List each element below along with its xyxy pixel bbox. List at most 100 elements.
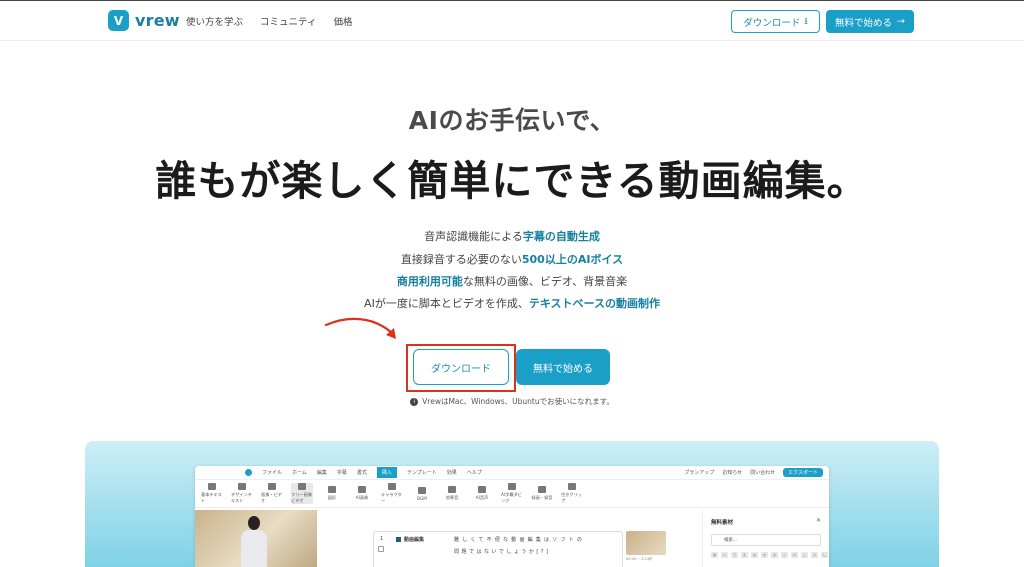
speaker-label[interactable]: 動画編集: [396, 536, 424, 543]
kana-tag[interactable]: き: [771, 552, 778, 558]
feature-3-highlight: 商用利用可能: [396, 275, 463, 288]
subtitle-line-2[interactable]: 問題ではないでしょうか[?]: [454, 548, 550, 555]
main-nav: 使い方を学ぶ コミュニティ 価格: [186, 14, 352, 28]
hero-start-free-button[interactable]: 無料で始める: [516, 349, 610, 385]
kana-tag[interactable]: あ: [711, 552, 718, 558]
kana-tag[interactable]: い: [721, 552, 728, 558]
music-icon: [418, 486, 426, 494]
tool-design-text[interactable]: デザインテキスト: [231, 483, 253, 504]
character-icon: [388, 483, 396, 490]
feature-line-1: 音声認識機能による字幕の自動生成: [0, 228, 1024, 244]
tool-ai-image[interactable]: AI画像: [351, 486, 373, 501]
app-notifications[interactable]: お知らせ: [722, 469, 742, 476]
subtitle-line-1[interactable]: 難しくて不便な動画編集はソフトの: [454, 536, 585, 543]
presenter-image: [239, 516, 269, 567]
red-arrow-annotation-icon: [324, 317, 396, 339]
free-assets-panel: 無料素材 ✕ 検索... あ い う え お か き く け こ さ し す: [702, 510, 829, 567]
tool-empty-clip[interactable]: 空きクリップ: [561, 483, 583, 504]
app-toolbar: 基本テキスト デザインテキスト 画像・ビデオ フリー画像ビデオ 図形 AI画像 …: [195, 480, 829, 508]
record-icon: [538, 486, 546, 493]
tool-shapes[interactable]: 図形: [321, 486, 343, 501]
feature-line-3: 商用利用可能な無料の画像、ビデオ、背景音楽: [0, 273, 1024, 289]
app-preview-section: ファイル ホーム 編集 字幕 書式 挿入 テンプレート 効果 ヘルプ プランアッ…: [85, 441, 939, 567]
arrow-right-icon: →: [897, 16, 905, 27]
kana-tag[interactable]: さ: [811, 552, 818, 558]
kana-tag[interactable]: う: [731, 552, 738, 558]
nav-pricing[interactable]: 価格: [333, 14, 352, 28]
feature-line-4: AIが一度に脚本とビデオを作成、テキストベースの動画制作: [0, 295, 1024, 311]
kana-tag[interactable]: か: [761, 552, 768, 558]
design-text-icon: [238, 483, 246, 490]
app-logo-icon: [245, 469, 252, 476]
app-menu-file[interactable]: ファイル: [262, 469, 282, 476]
kana-tag[interactable]: け: [791, 552, 798, 558]
feature-2-text: 直接録音する必要のない: [400, 253, 522, 266]
kana-tag[interactable]: こ: [801, 552, 808, 558]
app-screenshot: ファイル ホーム 編集 字幕 書式 挿入 テンプレート 効果 ヘルプ プランアッ…: [195, 466, 829, 567]
clip-thumbnail[interactable]: [626, 531, 666, 555]
dubbing-icon: [508, 483, 516, 490]
site-header: V vrew 使い方を学ぶ コミュニティ 価格 ダウンロード ⭳ 無料で始める …: [0, 1, 1024, 41]
header-download-button[interactable]: ダウンロード ⭳: [731, 10, 820, 33]
app-menu-effects[interactable]: 効果: [447, 469, 457, 476]
vrew-logo-text: vrew: [135, 11, 180, 30]
header-start-free-button[interactable]: 無料で始める →: [826, 10, 914, 33]
tool-ai-voice[interactable]: AI音声: [471, 486, 493, 501]
feature-4-text: AIが一度に脚本とビデオを作成、: [364, 297, 529, 310]
platform-note: i VrewはMac、Windows、Ubuntuでお使いになれます。: [0, 396, 1024, 407]
tool-image-video[interactable]: 画像・ビデオ: [261, 483, 283, 504]
clip-duration: 00:00 ~ 0.14秒: [626, 557, 653, 561]
tool-basic-text[interactable]: 基本テキスト: [201, 483, 223, 504]
kana-tag[interactable]: し: [821, 552, 828, 558]
kana-tag[interactable]: く: [781, 552, 788, 558]
hero-subtitle: AIのお手伝いで、: [408, 106, 616, 135]
feature-3-suffix: な無料の画像、ビデオ、背景音楽: [462, 275, 628, 288]
info-icon: i: [410, 398, 419, 406]
image-icon: [268, 483, 276, 490]
tool-character[interactable]: キャラクター: [381, 483, 403, 504]
header-download-label: ダウンロード: [743, 17, 801, 29]
text-icon: [208, 483, 216, 490]
app-contact[interactable]: 問い合わせ: [750, 469, 775, 476]
feature-2-highlight: 500以上のAIボイス: [521, 253, 624, 266]
free-media-icon: [298, 483, 306, 490]
subtitle-editor[interactable]: 1 動画編集 難しくて不便な動画編集はソフトの 問題ではないでしょうか[?]: [373, 531, 623, 567]
app-menu-home[interactable]: ホーム: [292, 469, 307, 476]
free-assets-title: 無料素材: [711, 520, 734, 526]
app-menu-subtitle[interactable]: 字幕: [337, 469, 347, 476]
app-menu-help[interactable]: ヘルプ: [467, 469, 482, 476]
kana-tag[interactable]: え: [741, 552, 748, 558]
close-icon[interactable]: ✕: [816, 517, 821, 524]
feature-4-highlight: テキストベースの動画制作: [528, 297, 660, 310]
tool-sfx[interactable]: 効果音: [441, 486, 463, 501]
ai-image-icon: [358, 486, 366, 493]
app-menu-format[interactable]: 書式: [357, 469, 367, 476]
app-menu-edit[interactable]: 編集: [317, 469, 327, 476]
tool-record[interactable]: 録画・録音: [531, 486, 553, 501]
shapes-icon: [328, 486, 336, 493]
app-menubar: ファイル ホーム 編集 字幕 書式 挿入 テンプレート 効果 ヘルプ プランアッ…: [195, 466, 829, 480]
hero-download-button[interactable]: ダウンロード: [413, 349, 509, 385]
assets-search-input[interactable]: 検索...: [711, 534, 821, 546]
app-export-button[interactable]: エクスポート: [783, 468, 823, 477]
header-start-free-label: 無料で始める: [835, 17, 893, 29]
platform-note-text: VrewはMac、Windows、Ubuntuでお使いになれます。: [422, 397, 614, 406]
app-menu-insert[interactable]: 挿入: [376, 467, 397, 478]
clip-checkbox[interactable]: [378, 546, 384, 552]
video-preview: [195, 510, 317, 567]
app-menubar-right: プランアップ お知らせ 問い合わせ エクスポート: [684, 468, 823, 477]
kana-tag[interactable]: お: [751, 552, 758, 558]
vrew-logo[interactable]: V vrew: [108, 10, 180, 31]
tool-ai-dubbing[interactable]: AI字幕ダビング: [501, 483, 523, 504]
tool-free-media[interactable]: フリー画像ビデオ: [291, 483, 313, 504]
hero-title: 誰もが楽しく簡単にできる動画編集。: [155, 157, 869, 205]
nav-learn[interactable]: 使い方を学ぶ: [186, 14, 243, 28]
feature-1-highlight: 字幕の自動生成: [522, 230, 600, 243]
app-upgrade[interactable]: プランアップ: [684, 469, 714, 476]
tool-bgm[interactable]: BGM: [411, 486, 433, 501]
download-icon: ⭳: [804, 15, 808, 27]
sound-icon: [448, 486, 456, 493]
feature-1-text: 音声認識機能による: [424, 230, 523, 243]
nav-community[interactable]: コミュニティ: [260, 14, 316, 28]
app-menu-template[interactable]: テンプレート: [407, 469, 437, 476]
